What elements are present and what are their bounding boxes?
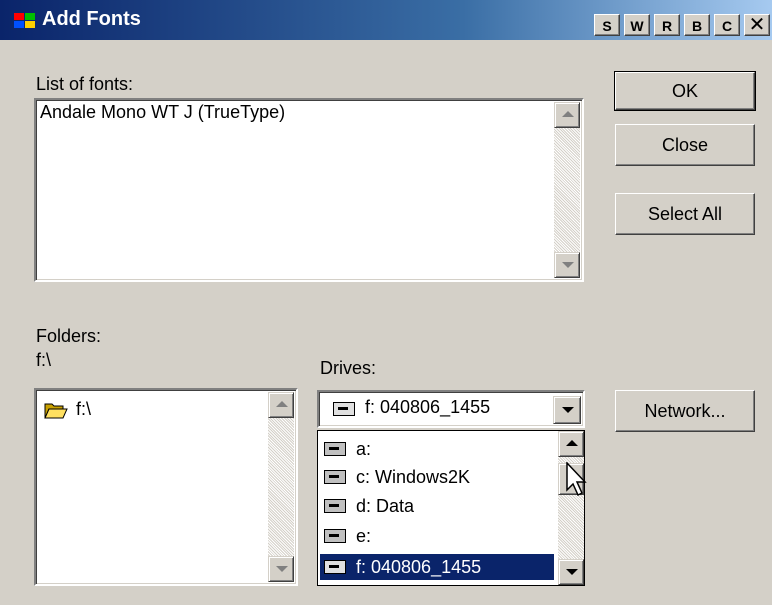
drive-icon (324, 529, 346, 543)
title-button-b[interactable]: B (684, 14, 710, 36)
scroll-down-button[interactable] (554, 252, 580, 278)
drive-icon (324, 499, 346, 513)
arrow-down-icon (562, 262, 574, 268)
title-button-c[interactable]: C (714, 14, 740, 36)
folder-item-label: f:\ (76, 399, 92, 419)
scroll-up-button[interactable] (558, 431, 584, 457)
ok-button[interactable]: OK (614, 71, 756, 111)
drives-scrollbar[interactable] (558, 431, 584, 585)
drive-option-label: c: Windows2K (356, 467, 471, 487)
drive-option-c[interactable]: c: Windows2K (318, 464, 556, 490)
drive-option-f[interactable]: f: 040806_1455 (320, 554, 554, 580)
drives-dropdown-button[interactable] (553, 396, 581, 424)
title-button-w[interactable]: W (624, 14, 650, 36)
drive-option-label: e: (356, 526, 372, 546)
cdrom-icon (333, 402, 355, 416)
title-button-r[interactable]: R (654, 14, 680, 36)
arrow-up-icon (562, 111, 574, 117)
fonts-label: List of fonts: (36, 74, 134, 94)
drive-option-e[interactable]: e: (318, 523, 556, 549)
drive-icon (324, 470, 346, 484)
app-logo-icon (14, 13, 36, 29)
folder-open-icon (44, 400, 68, 426)
drives-selected-value: f: 040806_1455 (365, 397, 491, 417)
font-list-item[interactable]: Andale Mono WT J (TrueType) (40, 102, 285, 123)
scroll-up-button[interactable] (554, 102, 580, 128)
arrow-up-icon (276, 401, 288, 407)
drive-icon (324, 442, 346, 456)
folders-scrollbar[interactable] (268, 392, 294, 582)
fonts-scrollbar[interactable] (554, 102, 580, 278)
drives-label: Drives: (320, 358, 377, 378)
close-window-button[interactable]: ✕ (744, 14, 770, 36)
folder-item[interactable]: f:\ (36, 396, 268, 422)
select-all-button[interactable]: Select All (615, 193, 755, 235)
drive-option-label: f: 040806_1455 (356, 557, 482, 577)
arrow-down-icon (276, 566, 288, 572)
close-button[interactable]: Close (615, 124, 755, 166)
arrow-down-icon (566, 569, 578, 575)
current-path: f:\ (36, 350, 52, 370)
network-button[interactable]: Network... (615, 390, 755, 432)
title-button-s[interactable]: S (594, 14, 620, 36)
drive-option-label: a: (356, 439, 372, 459)
scroll-down-button[interactable] (558, 559, 584, 585)
cdrom-icon (324, 560, 346, 574)
mouse-cursor-icon (566, 461, 590, 503)
title-bar[interactable]: Add Fonts S W R B C ✕ (0, 0, 772, 40)
drives-dropdown-list[interactable]: a: c: Windows2K d: Data e: f: 040806_145… (317, 430, 585, 586)
folders-listbox[interactable]: f:\ (34, 388, 298, 586)
scroll-down-button[interactable] (268, 556, 294, 582)
folders-label: Folders: (36, 326, 102, 346)
window-title: Add Fonts (42, 8, 141, 30)
scroll-up-button[interactable] (268, 392, 294, 418)
arrow-up-icon (566, 440, 578, 446)
fonts-listbox[interactable]: Andale Mono WT J (TrueType) (34, 98, 584, 282)
drive-option-label: d: Data (356, 496, 415, 516)
chevron-down-icon (562, 407, 574, 413)
drives-combobox[interactable]: f: 040806_1455 (317, 390, 585, 428)
drive-option-d[interactable]: d: Data (318, 493, 556, 519)
drive-option-a[interactable]: a: (318, 436, 556, 462)
